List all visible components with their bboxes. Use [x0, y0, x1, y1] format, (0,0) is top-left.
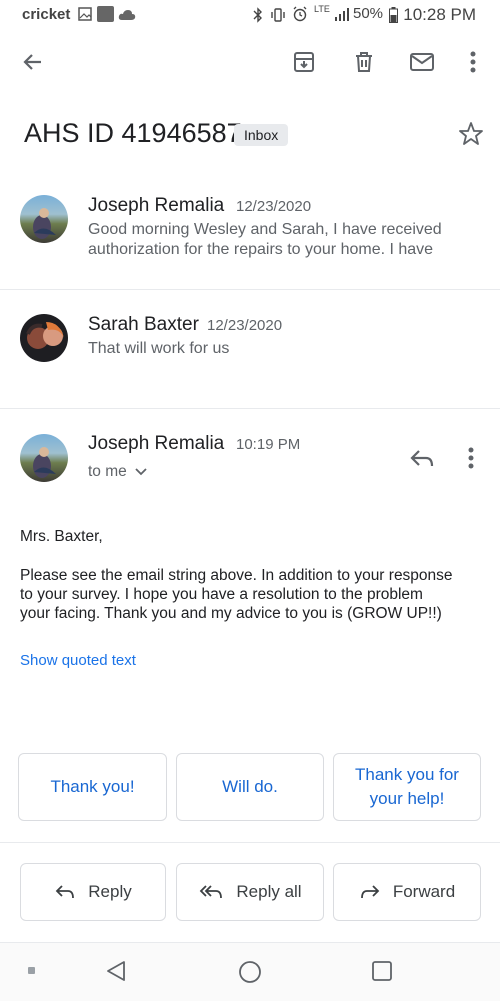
vibrate-icon	[270, 7, 286, 27]
nav-back-icon[interactable]	[104, 959, 128, 988]
cloud-icon	[118, 8, 136, 25]
reply-icon	[55, 885, 75, 899]
gallery-icon	[78, 7, 92, 25]
inbox-label-badge[interactable]: Inbox	[234, 124, 289, 146]
star-icon[interactable]	[458, 121, 484, 152]
carrier-name: cricket	[22, 6, 71, 23]
sender-name: Sarah Baxter	[88, 314, 199, 335]
recents-dot-icon[interactable]	[28, 967, 35, 974]
forward-icon	[360, 885, 380, 899]
bluetooth-icon	[253, 7, 263, 27]
sender-name: Joseph Remalia	[88, 195, 225, 216]
chevron-down-icon	[135, 468, 147, 476]
avatar	[20, 314, 68, 362]
email-greeting: Mrs. Baxter,	[20, 528, 103, 545]
alarm-icon	[292, 6, 308, 26]
smart-reply-will-do[interactable]: Will do.	[176, 753, 324, 821]
message-snippet: That will work for us	[88, 340, 230, 357]
avatar	[20, 434, 68, 482]
divider	[0, 408, 500, 409]
reply-all-label: Reply all	[236, 882, 302, 901]
message-date: 12/23/2020	[236, 198, 312, 215]
avatar	[20, 195, 68, 243]
smart-reply-thank-you-for-help[interactable]: Thank you for your help!	[333, 753, 481, 821]
more-vert-icon[interactable]	[459, 48, 487, 76]
email-body: Please see the email string above. In ad…	[20, 566, 490, 623]
forward-label: Forward	[392, 882, 456, 901]
message-snippet: Good morning Wesley and Sarah, I have re…	[88, 220, 442, 260]
nav-overview-icon[interactable]	[371, 960, 393, 987]
body-line: to your survey. I hope you have a resolu…	[20, 586, 423, 603]
sender-name: Joseph Remalia	[88, 433, 225, 454]
trash-icon[interactable]	[350, 48, 378, 76]
forward-button[interactable]: Forward	[333, 863, 481, 921]
lte-label: LTE	[314, 4, 330, 14]
touch-app-icon	[97, 6, 114, 22]
snippet-line: authorization for the repairs to your ho…	[88, 241, 434, 258]
archive-icon[interactable]	[290, 48, 318, 76]
recipient-details-toggle[interactable]: to me	[88, 463, 147, 481]
smart-reply-line: Thank you for	[355, 765, 459, 784]
system-nav-bar	[0, 942, 500, 1001]
mail-icon[interactable]	[408, 48, 436, 76]
show-quoted-text-link[interactable]: Show quoted text	[20, 652, 136, 669]
recipient-label: to me	[88, 463, 127, 480]
more-vert-icon[interactable]	[467, 446, 475, 475]
reply-icon[interactable]	[408, 446, 436, 475]
body-line: Please see the email string above. In ad…	[20, 567, 453, 584]
smart-reply-line: your help!	[369, 789, 445, 808]
smart-reply-thank-you[interactable]: Thank you!	[18, 753, 167, 821]
status-bar: cricket LTE 50% 10:28 PM	[0, 0, 500, 32]
battery-icon	[389, 7, 398, 27]
message-row[interactable]: Joseph Remalia 12/23/2020 Good morning W…	[0, 180, 500, 288]
message-time: 10:19 PM	[236, 436, 301, 453]
back-arrow-icon[interactable]	[19, 48, 47, 76]
reply-button[interactable]: Reply	[20, 863, 166, 921]
nav-home-icon[interactable]	[238, 960, 262, 989]
message-row[interactable]: Sarah Baxter 12/23/2020 That will work f…	[0, 290, 500, 408]
reply-all-icon	[200, 885, 223, 899]
battery-percent: 50%	[353, 5, 384, 22]
divider	[0, 842, 500, 843]
signal-icon	[334, 6, 350, 26]
clock: 10:28 PM	[403, 5, 476, 24]
email-subject: AHS ID 41946587	[24, 118, 242, 148]
message-date: 12/23/2020	[207, 317, 283, 334]
snippet-line: Good morning Wesley and Sarah, I have re…	[88, 221, 442, 238]
body-line: your facing. Thank you and my advice to …	[20, 605, 442, 622]
reply-all-button[interactable]: Reply all	[176, 863, 324, 921]
reply-label: Reply	[88, 882, 132, 901]
